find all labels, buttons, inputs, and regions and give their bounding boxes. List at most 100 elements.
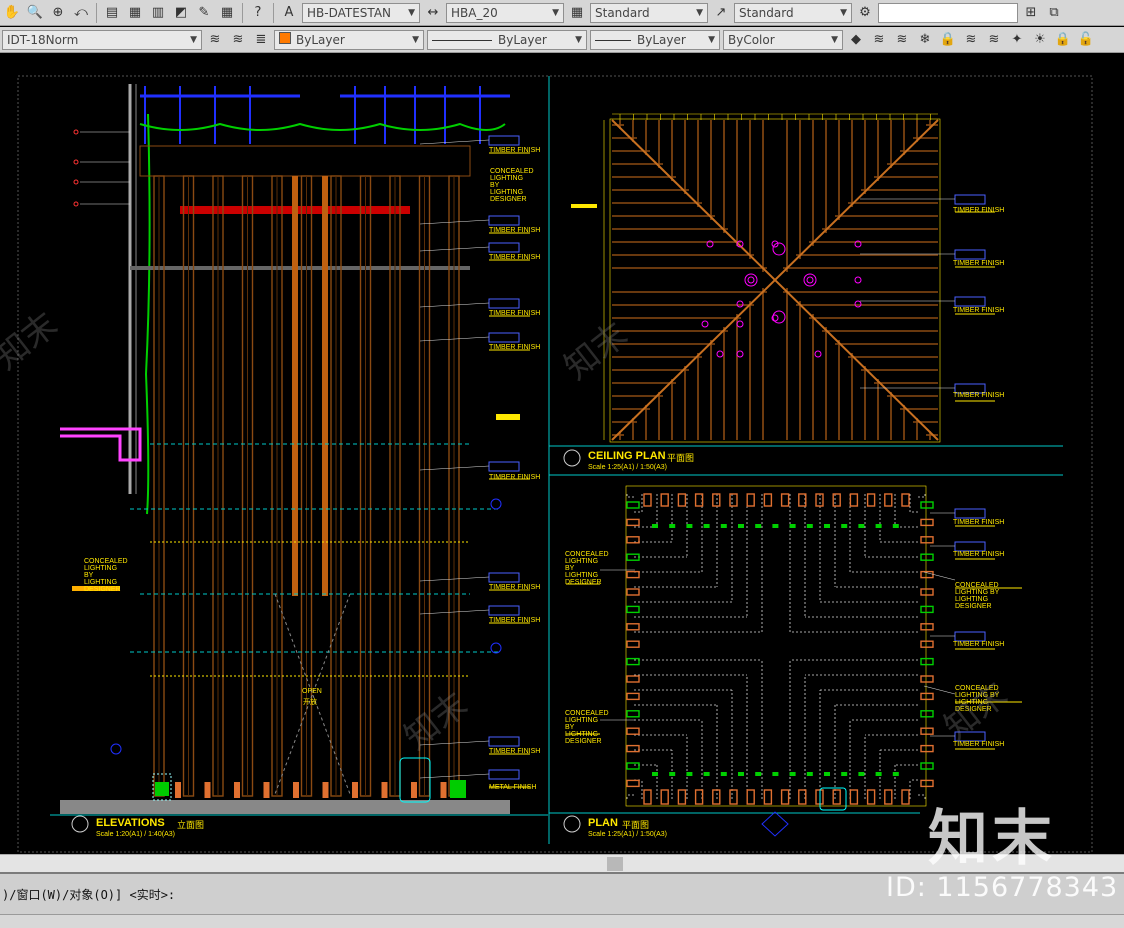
post-base-block (204, 782, 211, 798)
green-marker (858, 772, 865, 776)
ceiling-plan-scale: Scale 1:25(A1) / 1:50(A3) (588, 464, 667, 471)
post-base-block (234, 782, 240, 798)
post-block (780, 493, 790, 507)
multileader-style-value: Standard (739, 5, 794, 20)
green-marker (738, 524, 744, 528)
bulb-icon[interactable]: ✦ (1007, 30, 1027, 50)
cable-line (144, 113, 151, 515)
post-block (920, 779, 934, 788)
unlock-icon[interactable]: 🔓 (1076, 30, 1096, 50)
add-icon[interactable]: ⊞ (1021, 3, 1041, 23)
multileader-style-icon[interactable]: ↗ (711, 3, 731, 23)
layer-previous-icon[interactable]: ≣ (251, 30, 271, 50)
timber-finish-note: TIMBER FINISH (489, 748, 541, 755)
post-block (884, 493, 893, 507)
linetype-display: ByLayer (432, 33, 547, 47)
post-block (729, 493, 738, 507)
layer-match-icon[interactable]: ≋ (228, 30, 248, 50)
zoom-realtime-icon[interactable]: 🔍 (25, 3, 45, 23)
post-block (920, 675, 934, 683)
post-block (626, 588, 640, 596)
timber-finish-note: TIMBER FINISH (953, 207, 1005, 214)
post-block (746, 493, 755, 507)
timber-finish-note: TIMBER FINISH (489, 584, 541, 591)
timber-finish-note: TIMBER FINISH (489, 147, 541, 154)
linetype-sample (432, 39, 492, 41)
search-input[interactable] (878, 2, 1018, 23)
post-block (884, 789, 893, 805)
post-base-block (352, 782, 358, 798)
concealed-lighting-note: CONCEALED LIGHTING BY LIGHTING DESIGNER (84, 558, 128, 593)
post-block (901, 789, 910, 805)
finish-tag (488, 572, 520, 583)
zoom-previous-icon[interactable]: ⤺ (71, 3, 91, 23)
make-current-icon[interactable]: ≋ (205, 30, 225, 50)
help-icon[interactable]: ? (248, 3, 268, 23)
lineweight-select[interactable]: ByLayer ▼ (590, 29, 720, 50)
finish-tag (954, 249, 986, 260)
plotstyle-select[interactable]: ByColor ▼ (723, 29, 843, 50)
lineweight-sample (595, 39, 631, 41)
color-swatch (279, 32, 291, 44)
section-marker (110, 743, 122, 755)
post-block (643, 789, 652, 805)
drawing-canvas[interactable]: ELEVATIONS 立面图 Scale 1:20(A1) / 1:40(A3)… (0, 54, 1124, 854)
green-marker (789, 524, 796, 528)
layer-merge-icon[interactable]: ≋ (984, 30, 1004, 50)
plan-scale: Scale 1:25(A1) / 1:50(A3) (588, 831, 667, 838)
timber-finish-note: TIMBER FINISH (489, 310, 541, 317)
post-block (866, 789, 876, 805)
layer-walk-icon[interactable]: ≋ (961, 30, 981, 50)
pan-icon[interactable]: ✋ (2, 3, 22, 23)
layer-isolate-icon[interactable]: ≋ (869, 30, 889, 50)
table-style-icon[interactable]: ▦ (567, 3, 587, 23)
restore-icon[interactable]: ⧉ (1044, 3, 1064, 23)
design-center-icon[interactable]: ▦ (125, 3, 145, 23)
post-block (832, 789, 841, 805)
layer-off-icon[interactable]: ◆ (846, 30, 866, 50)
sun-icon[interactable]: ☀ (1030, 30, 1050, 50)
post-base-block (175, 782, 181, 798)
finish-tag (488, 242, 520, 253)
layer-freeze-icon[interactable]: ❄ (915, 30, 935, 50)
concealed-lighting-note: CONCEALED LIGHTING BY LIGHTING DESIGNER (955, 685, 1000, 713)
plan-view (563, 485, 1022, 837)
zoom-window-icon[interactable]: ⊕ (48, 3, 68, 23)
quickcalc-icon[interactable]: ▦ (217, 3, 237, 23)
linetype-select[interactable]: ByLayer ▼ (427, 29, 587, 50)
timber-finish-note: TIMBER FINISH (489, 474, 541, 481)
dim-style-select[interactable]: HBA_20 ▼ (446, 2, 564, 23)
properties-icon[interactable]: ▤ (102, 3, 122, 23)
finish-tag (488, 215, 520, 226)
layer-lock-icon[interactable]: 🔒 (938, 30, 958, 50)
tool-palette-icon[interactable]: ▥ (148, 3, 168, 23)
table-style-select[interactable]: Standard ▼ (590, 2, 708, 23)
layer-select[interactable]: IDT-18Norm ▼ (2, 29, 202, 50)
post-block (763, 789, 773, 805)
light-point (854, 300, 862, 308)
layer-unisolate-icon[interactable]: ≋ (892, 30, 912, 50)
text-style-icon[interactable]: A (279, 3, 299, 23)
post-block (626, 518, 640, 527)
post-block (920, 518, 934, 527)
color-select[interactable]: ByLayer ▼ (274, 29, 424, 50)
post-block (626, 744, 640, 753)
scrollbar-thumb[interactable] (607, 857, 623, 871)
plan-outline (625, 485, 927, 807)
light-point (806, 276, 814, 284)
light-point (701, 320, 709, 328)
multileader-style-select[interactable]: Standard ▼ (734, 2, 852, 23)
level-marker (73, 179, 79, 185)
lock-icon[interactable]: 🔒 (1053, 30, 1073, 50)
sheet-set-icon[interactable]: ◩ (171, 3, 191, 23)
chevron-down-icon: ▼ (696, 7, 703, 18)
post-block (677, 493, 687, 507)
markup-icon[interactable]: ✎ (194, 3, 214, 23)
dim-style-icon[interactable]: ↔ (423, 3, 443, 23)
standard-toolbar: ✋ 🔍 ⊕ ⤺ ▤ ▦ ▥ ◩ ✎ ▦ ? A HB-DATESTAN ▼ ↔ H… (0, 0, 1124, 26)
chevron-down-icon: ▼ (831, 34, 838, 45)
workspace-icon[interactable]: ⚙ (855, 3, 875, 23)
green-marker (858, 524, 865, 528)
timber-finish-note: TIMBER FINISH (489, 344, 541, 351)
text-style-select[interactable]: HB-DATESTAN ▼ (302, 2, 420, 23)
